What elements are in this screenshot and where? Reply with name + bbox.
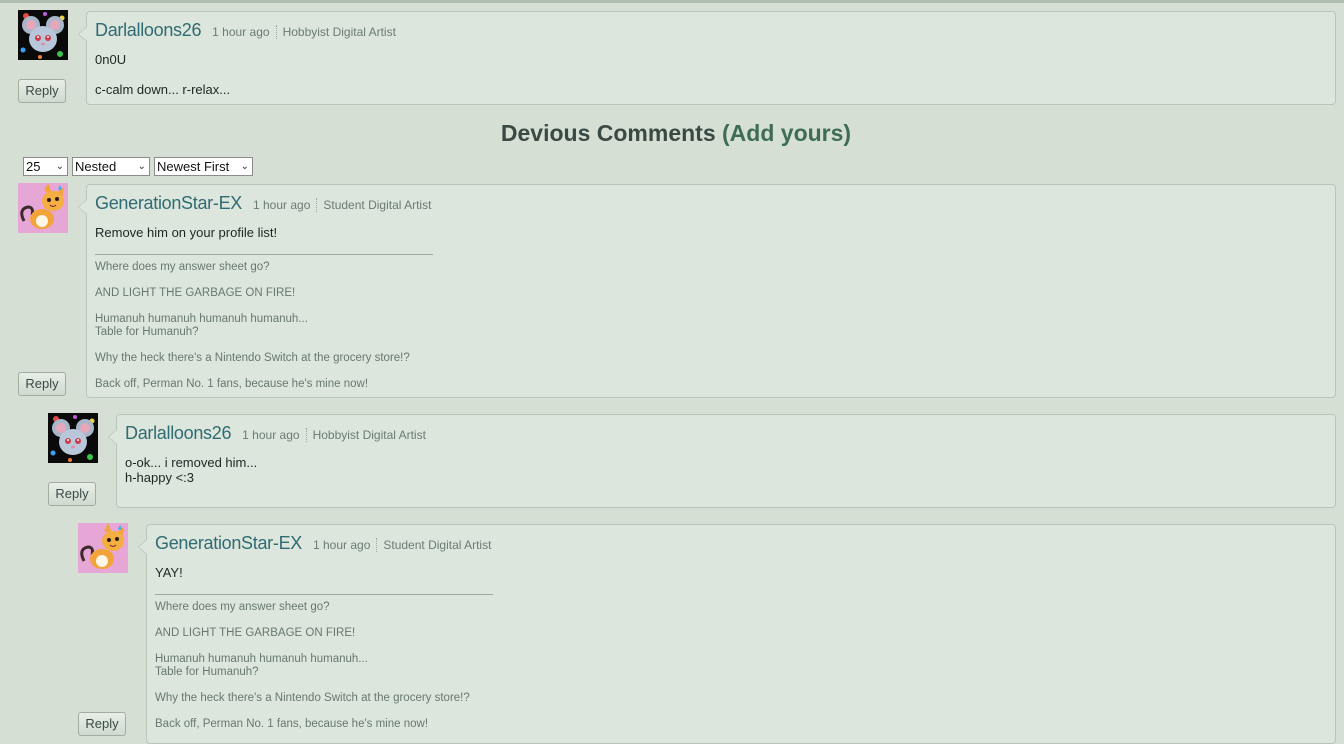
member-badge: Student Digital Artist — [383, 538, 492, 552]
signature-line: Where does my answer sheet go? — [155, 601, 330, 613]
chevron-down-icon: ⌄ — [240, 161, 249, 172]
reply-button[interactable]: Reply — [18, 372, 66, 396]
section-title: Devious Comments (Add yours) — [0, 120, 1344, 147]
chevron-down-icon: ⌄ — [137, 161, 146, 172]
signature-line: Back off, Perman No. 1 fans, because he'… — [155, 718, 429, 730]
comment-header: GenerationStar-EX 1 hour ago Student Dig… — [155, 533, 491, 554]
avatar[interactable] — [78, 523, 128, 573]
comment-bubble: Darlalloons26 1 hour ago Hobbyist Digita… — [108, 414, 1336, 508]
member-badge: Student Digital Artist — [323, 198, 432, 212]
view-select-value: Nested — [75, 159, 117, 174]
mouse-avatar-icon — [20, 12, 65, 59]
top-divider — [0, 0, 1344, 3]
comment-line: o-ok... i removed him... — [125, 455, 258, 470]
timestamp-link[interactable]: 1 hour ago — [242, 428, 307, 442]
signature: Where does my answer sheet go? AND LIGHT… — [155, 594, 493, 744]
reply-button[interactable]: Reply — [78, 712, 126, 736]
comment-line: c-calm down... r-relax... — [95, 82, 231, 97]
comment-body: 0n0U c-calm down... r-relax... — [95, 52, 230, 112]
cat-avatar-icon — [80, 523, 124, 569]
comment-bubble: GenerationStar-EX 1 hour ago Student Dig… — [78, 184, 1336, 398]
comment-header: Darlalloons26 1 hour ago Hobbyist Digita… — [95, 20, 396, 41]
signature-line: Table for Humanuh? — [155, 666, 259, 678]
signature-line: Table for Humanuh? — [95, 326, 199, 338]
view-select[interactable]: Nested ⌄ — [72, 157, 150, 176]
comment-controls: 25 ⌄ Nested ⌄ Newest First ⌄ — [23, 157, 253, 176]
comment-line: Remove him on your profile list! — [95, 225, 278, 240]
signature-line: AND LIGHT THE GARBAGE ON FIRE! — [95, 287, 296, 299]
member-badge: Hobbyist Digital Artist — [282, 25, 396, 39]
signature-line: Why the heck there's a Nintendo Switch a… — [95, 352, 410, 364]
comment-body: Remove him on your profile list! — [95, 225, 277, 255]
signature-line: AND LIGHT THE GARBAGE ON FIRE! — [155, 627, 356, 639]
section-title-text: Devious Comments — [500, 120, 716, 146]
signature-line: Why the heck there's a Nintendo Switch a… — [155, 692, 470, 704]
signature: Where does my answer sheet go? AND LIGHT… — [95, 254, 433, 404]
reply-button[interactable]: Reply — [48, 482, 96, 506]
order-select-value: Newest First — [157, 159, 230, 174]
count-select[interactable]: 25 ⌄ — [23, 157, 68, 176]
timestamp-link[interactable]: 1 hour ago — [313, 538, 378, 552]
comment-header: Darlalloons26 1 hour ago Hobbyist Digita… — [125, 423, 426, 444]
username-link[interactable]: GenerationStar-EX — [95, 193, 242, 214]
chevron-down-icon: ⌄ — [55, 161, 64, 172]
username-link[interactable]: Darlalloons26 — [125, 423, 231, 444]
username-link[interactable]: GenerationStar-EX — [155, 533, 302, 554]
comment-header: GenerationStar-EX 1 hour ago Student Dig… — [95, 193, 431, 214]
count-select-value: 25 — [26, 159, 41, 174]
avatar[interactable] — [48, 413, 98, 463]
comment-line: h-happy <:3 — [125, 470, 195, 485]
member-badge: Hobbyist Digital Artist — [312, 428, 426, 442]
avatar[interactable] — [18, 183, 68, 233]
comment-body: YAY! — [155, 565, 183, 595]
comment-bubble: GenerationStar-EX 1 hour ago Student Dig… — [138, 524, 1336, 744]
cat-avatar-icon — [20, 183, 64, 229]
reply-button[interactable]: Reply — [18, 79, 66, 103]
timestamp-link[interactable]: 1 hour ago — [212, 25, 277, 39]
comment-line: YAY! — [155, 565, 183, 580]
order-select[interactable]: Newest First ⌄ — [154, 157, 253, 176]
mouse-avatar-icon — [50, 415, 95, 462]
add-comment-link[interactable]: (Add yours) — [722, 120, 851, 146]
signature-line: Back off, Perman No. 1 fans, because he'… — [95, 378, 369, 390]
avatar[interactable] — [18, 10, 68, 60]
signature-line: Where does my answer sheet go? — [95, 261, 270, 273]
comment-body: o-ok... i removed him... h-happy <:3 — [125, 455, 257, 500]
comment-line: 0n0U — [95, 52, 127, 67]
timestamp-link[interactable]: 1 hour ago — [253, 198, 318, 212]
username-link[interactable]: Darlalloons26 — [95, 20, 201, 41]
signature-line: Humanuh humanuh humanuh humanuh... — [95, 313, 308, 325]
signature-line: Humanuh humanuh humanuh humanuh... — [155, 653, 368, 665]
comment-bubble: Darlalloons26 1 hour ago Hobbyist Digita… — [78, 11, 1336, 105]
